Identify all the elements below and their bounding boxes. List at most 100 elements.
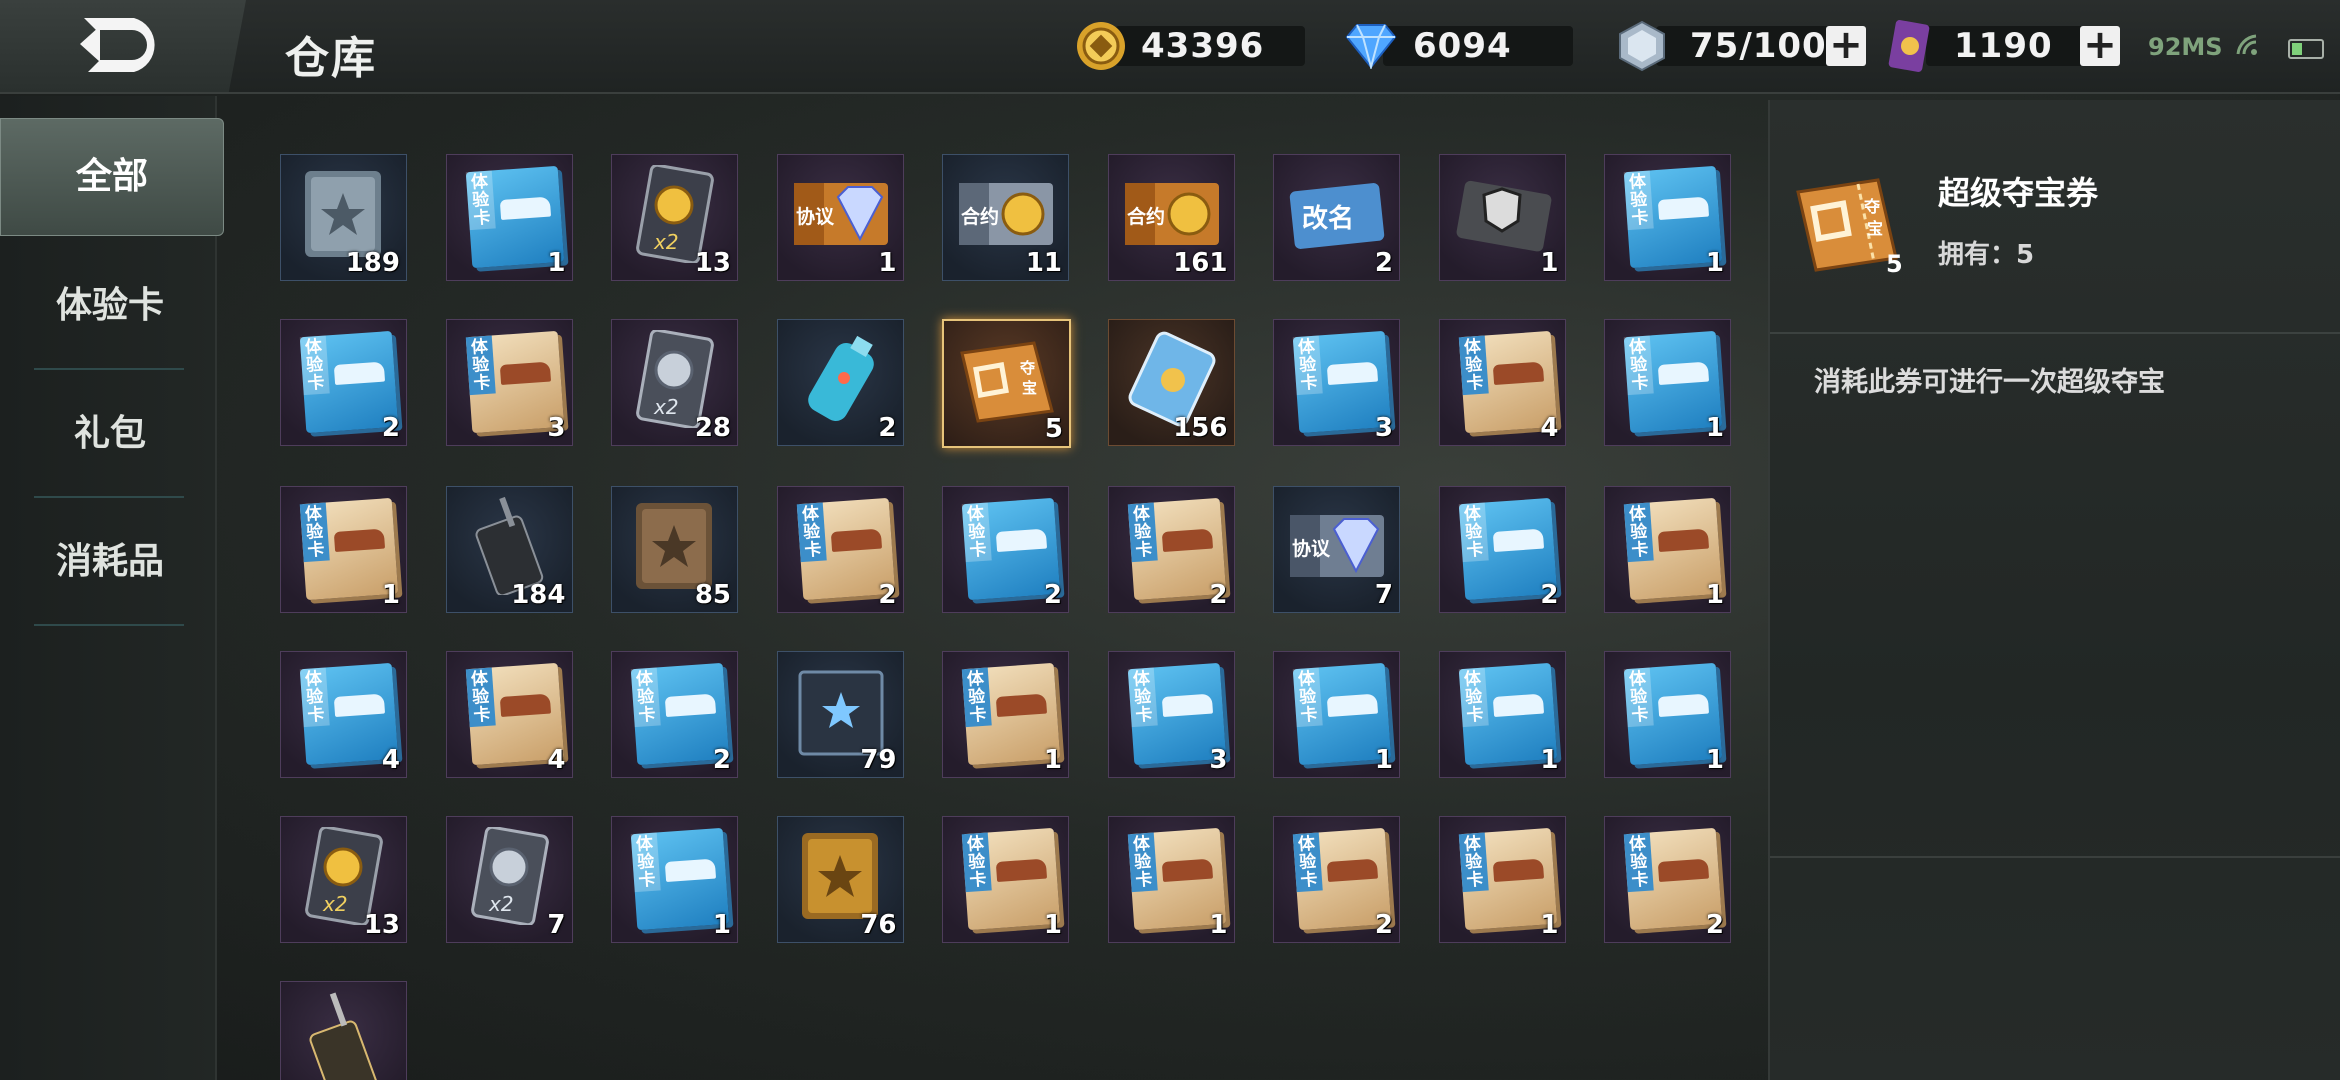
card-blue-icon: 体验卡 (1619, 330, 1723, 434)
item-count: 2 (878, 580, 897, 610)
item-count: 7 (1374, 580, 1393, 610)
inventory-slot[interactable]: 体验卡1 (1107, 816, 1235, 943)
inventory-slot[interactable]: 合约 11 (942, 154, 1069, 281)
inventory-slot[interactable]: 体验卡1 (1604, 651, 1731, 778)
ticket-card-icon (1888, 20, 1930, 72)
svg-text:宝: 宝 (1022, 379, 1037, 397)
inventory-slot[interactable]: 184 (445, 486, 573, 613)
item-count: 2 (712, 745, 731, 775)
inventory-slot[interactable]: 体验卡1 (1604, 319, 1731, 446)
item-count: 76 (860, 910, 897, 940)
card-blue-icon: 体验卡 (461, 165, 564, 269)
card-blue-icon: 体验卡 (957, 497, 1061, 601)
inventory-slot[interactable]: 体验卡2 (611, 651, 738, 778)
item-count: 1 (1705, 413, 1724, 443)
inventory-slot[interactable]: x2 13 (280, 816, 407, 943)
back-button[interactable] (0, 0, 246, 92)
inventory-slot[interactable]: 体验卡2 (1438, 486, 1566, 613)
item-count: 1 (1705, 745, 1724, 775)
inventory-slot[interactable]: 体验卡2 (280, 319, 407, 446)
tab-consumables[interactable]: 消耗品 (0, 502, 220, 622)
card-tan-icon: 体验卡 (1619, 497, 1723, 601)
inventory-slot[interactable]: 体验卡4 (1438, 319, 1566, 446)
item-count: 3 (1374, 413, 1393, 443)
item-count: 2 (1374, 910, 1393, 940)
item-count: 1 (1540, 248, 1559, 278)
inventory-slot[interactable]: 体验卡3 (1107, 651, 1235, 778)
inventory-slot[interactable]: 体验卡1 (1273, 651, 1400, 778)
inventory-slot[interactable]: 夺宝5 (942, 319, 1071, 448)
inventory-slot[interactable]: 体验卡2 (1107, 486, 1235, 613)
card-tan-icon: 体验卡 (1454, 827, 1557, 931)
item-count: 79 (860, 745, 897, 775)
treasure-icon: 夺宝 (958, 331, 1056, 429)
inventory-slot[interactable]: 体验卡1 (1604, 486, 1731, 613)
svg-text:合约: 合约 (1127, 205, 1165, 228)
energy-counter: 75/100 (1616, 20, 1856, 72)
inventory-slot[interactable]: x2 28 (611, 319, 738, 446)
tab-trial-cards[interactable]: 体验卡 (0, 246, 220, 366)
inventory-slot[interactable]: 85 (611, 486, 738, 613)
card-tan-icon: 体验卡 (957, 662, 1061, 766)
svg-text:x2: x2 (653, 395, 679, 419)
inventory-slot[interactable]: x2 13 (611, 154, 738, 281)
svg-text:夺: 夺 (1019, 359, 1036, 377)
gold-counter: 43396 (1075, 22, 1305, 70)
inventory-slot[interactable]: 体验卡4 (280, 651, 407, 778)
inventory-slot[interactable]: x2 7 (445, 816, 573, 943)
svg-text:改名: 改名 (1302, 203, 1354, 234)
tab-all[interactable]: 全部 (0, 118, 224, 236)
inventory-slot[interactable]: 体验卡3 (445, 319, 573, 446)
inventory-slot[interactable]: 156 (1107, 319, 1235, 446)
inventory-slot[interactable]: 协议 7 (1273, 486, 1400, 613)
svg-text:夺: 夺 (1863, 197, 1881, 216)
tab-gift-packs[interactable]: 礼包 (0, 374, 220, 494)
inventory-slot[interactable]: 体验卡1 (1438, 816, 1566, 943)
inventory-slot[interactable]: 体验卡2 (1604, 816, 1731, 943)
inventory-slot[interactable]: 改名 2 (1273, 154, 1400, 281)
item-count: 1 (878, 248, 897, 278)
inventory-slot[interactable]: 1 (1438, 154, 1566, 281)
inventory-slot[interactable]: 体验卡1 (280, 486, 407, 613)
inventory-slot[interactable]: 体验卡2 (942, 486, 1069, 613)
inventory-slot[interactable]: 体验卡1 (942, 651, 1069, 778)
card-tan-icon: 体验卡 (1619, 827, 1723, 931)
item-count: 3 (547, 413, 566, 443)
inventory-slot[interactable]: 76 (776, 816, 904, 943)
item-count: 1 (1209, 910, 1228, 940)
svg-text:协议: 协议 (1292, 537, 1331, 560)
card-tan-icon: 体验卡 (957, 827, 1061, 931)
inventory-slot[interactable] (280, 981, 407, 1080)
item-count: 4 (1540, 413, 1559, 443)
item-count: 1 (1705, 248, 1724, 278)
inventory-slot[interactable]: 体验卡4 (445, 651, 573, 778)
inventory-slot[interactable]: 合约 161 (1107, 154, 1235, 281)
inventory-slot[interactable]: 79 (776, 651, 904, 778)
inventory-slot[interactable]: 体验卡3 (1273, 319, 1400, 446)
item-count: 4 (381, 745, 400, 775)
item-count: 1 (1540, 745, 1559, 775)
add-ticket-button[interactable]: + (2080, 25, 2120, 66)
item-count: 2 (1043, 580, 1062, 610)
wifi-icon (2236, 34, 2257, 55)
detail-description: 消耗此券可进行一次超级夺宝 (1814, 367, 2165, 398)
inventory-slot[interactable]: 协议 1 (776, 154, 904, 281)
card-blue-icon: 体验卡 (1619, 165, 1723, 269)
inventory-slot[interactable]: 体验卡2 (776, 486, 904, 613)
inventory-slot[interactable]: 体验卡1 (445, 154, 573, 281)
add-energy-button[interactable]: + (1826, 25, 1866, 66)
item-count: 156 (1173, 413, 1228, 443)
inventory-slot[interactable]: 189 (280, 154, 407, 281)
card-blue-icon: 体验卡 (1123, 662, 1226, 766)
card-tan-icon: 体验卡 (792, 497, 895, 601)
agreement-blue-icon: 协议 (1288, 497, 1386, 595)
inventory-slot[interactable]: 体验卡2 (1273, 816, 1400, 943)
inventory-slot[interactable]: 2 (776, 319, 904, 446)
diamond-amount: 6094 (1413, 26, 1512, 66)
inventory-slot[interactable]: 体验卡1 (611, 816, 738, 943)
inventory-slot[interactable]: 体验卡1 (1438, 651, 1566, 778)
inventory-slot[interactable]: 体验卡1 (942, 816, 1069, 943)
item-count: 1 (1043, 910, 1062, 940)
inventory-slot[interactable]: 体验卡1 (1604, 154, 1731, 281)
item-count: 2 (1209, 580, 1228, 610)
